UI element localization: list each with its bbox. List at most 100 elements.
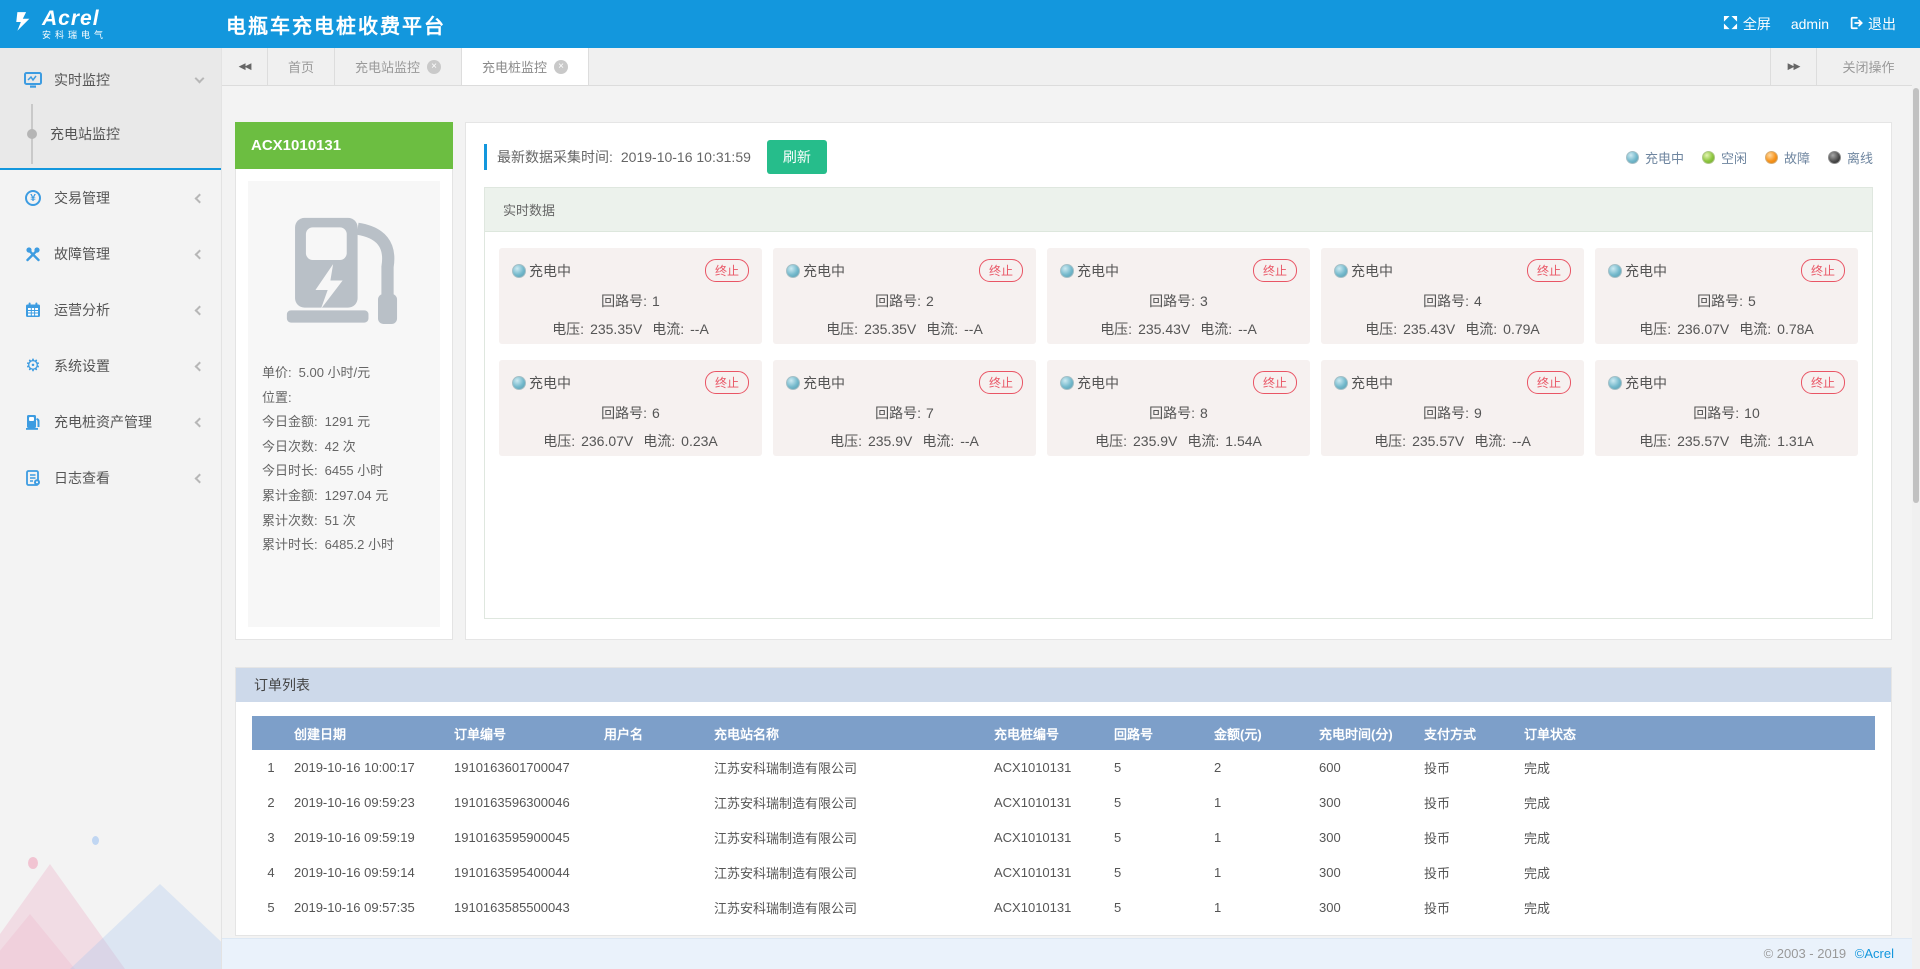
circuit-card: 充电中终止 回路号:9 电压:235.57V电流:--A bbox=[1321, 360, 1584, 456]
status-legend: 充电中 空闲 故障 离线 bbox=[1626, 148, 1873, 167]
sidebar: 实时监控 充电站监控 ¥ 交易管理 故障管理 运营分析 bbox=[0, 48, 222, 969]
acrel-logo-icon bbox=[14, 10, 36, 39]
sidebar-item-faults[interactable]: 故障管理 bbox=[0, 226, 221, 282]
content-area: ACX1010131 bbox=[222, 86, 1920, 938]
tab-pile-monitor[interactable]: 充电桩监控 × bbox=[462, 48, 589, 85]
station-stat: 累计时长:6485.2 小时 bbox=[262, 533, 426, 558]
legend-charging: 充电中 bbox=[1626, 148, 1684, 167]
gear-icon: ⚙ bbox=[24, 357, 42, 375]
circuit-card: 充电中终止 回路号:2 电压:235.35V电流:--A bbox=[773, 248, 1036, 344]
username[interactable]: admin bbox=[1791, 16, 1829, 32]
yuan-circle-icon: ¥ bbox=[24, 189, 42, 207]
chevron-left-icon bbox=[195, 417, 205, 427]
station-stat: 累计次数:51 次 bbox=[262, 509, 426, 534]
idle-status-icon bbox=[1702, 151, 1715, 164]
vertical-scrollbar[interactable] bbox=[1912, 48, 1920, 969]
station-stat: 今日次数:42 次 bbox=[262, 435, 426, 460]
sidebar-item-pile-assets[interactable]: 充电桩资产管理 bbox=[0, 394, 221, 450]
sidebar-item-realtime-monitor[interactable]: 实时监控 bbox=[0, 52, 221, 108]
table-row[interactable]: 52019-10-16 09:57:351910163585500043江苏安科… bbox=[252, 890, 1875, 925]
offline-status-icon bbox=[1828, 151, 1841, 164]
orders-title: 订单列表 bbox=[236, 668, 1891, 702]
orders-table: 创建日期 订单编号 用户名 充电站名称 充电桩编号 回路号 金额(元) 充电时间… bbox=[252, 716, 1875, 925]
charging-status-icon bbox=[1608, 264, 1622, 278]
circuit-card: 充电中终止 回路号:3 电压:235.43V电流:--A bbox=[1047, 248, 1310, 344]
chevron-left-icon bbox=[195, 361, 205, 371]
station-stat: 今日时长:6455 小时 bbox=[262, 459, 426, 484]
station-stat: 单价:5.00 小时/元 bbox=[262, 361, 426, 386]
chevron-down-icon bbox=[195, 73, 205, 83]
charging-status-icon bbox=[1334, 376, 1348, 390]
close-icon[interactable]: × bbox=[554, 60, 568, 74]
legend-fault: 故障 bbox=[1765, 148, 1810, 167]
legend-idle: 空闲 bbox=[1702, 148, 1747, 167]
logout-icon bbox=[1849, 16, 1863, 33]
refresh-button[interactable]: 刷新 bbox=[767, 140, 827, 174]
table-row[interactable]: 22019-10-16 09:59:231910163596300046江苏安科… bbox=[252, 785, 1875, 820]
station-card: ACX1010131 bbox=[235, 122, 453, 640]
tools-icon bbox=[24, 245, 42, 263]
table-row[interactable]: 32019-10-16 09:59:191910163595900045江苏安科… bbox=[252, 820, 1875, 855]
stop-button[interactable]: 终止 bbox=[1527, 371, 1571, 394]
charging-status-icon bbox=[786, 376, 800, 390]
calendar-icon bbox=[24, 301, 42, 319]
stop-button[interactable]: 终止 bbox=[979, 259, 1023, 282]
fullscreen-icon bbox=[1723, 15, 1738, 33]
monitor-icon bbox=[24, 71, 42, 89]
circuit-card: 充电中终止 回路号:8 电压:235.9V电流:1.54A bbox=[1047, 360, 1310, 456]
circuit-card: 充电中终止 回路号:5 电压:236.07V电流:0.78A bbox=[1595, 248, 1858, 344]
close-icon[interactable]: × bbox=[427, 60, 441, 74]
fullscreen-button[interactable]: 全屏 bbox=[1723, 14, 1771, 34]
charging-status-icon bbox=[1608, 376, 1622, 390]
charging-status-icon bbox=[512, 376, 526, 390]
stop-button[interactable]: 终止 bbox=[705, 371, 749, 394]
stop-button[interactable]: 终止 bbox=[979, 371, 1023, 394]
close-operations-button[interactable]: 关闭操作 bbox=[1816, 48, 1920, 85]
tabs-scroll-right-button[interactable]: ▶▶ bbox=[1770, 48, 1816, 85]
stop-button[interactable]: 终止 bbox=[705, 259, 749, 282]
tab-home[interactable]: 首页 bbox=[268, 48, 335, 85]
sidebar-group-realtime: 实时监控 充电站监控 bbox=[0, 48, 221, 170]
stop-button[interactable]: 终止 bbox=[1801, 259, 1845, 282]
charging-status-icon bbox=[512, 264, 526, 278]
stop-button[interactable]: 终止 bbox=[1253, 259, 1297, 282]
stop-button[interactable]: 终止 bbox=[1527, 259, 1571, 282]
sidebar-item-logs[interactable]: 日志查看 bbox=[0, 450, 221, 506]
sidebar-item-analytics[interactable]: 运营分析 bbox=[0, 282, 221, 338]
realtime-data-section: 实时数据 充电中终止 回路号:1 电压:235.35V电流:--A bbox=[484, 187, 1873, 619]
copyright-text: © 2003 - 2019 bbox=[1764, 946, 1847, 961]
charging-status-icon bbox=[1060, 264, 1074, 278]
table-header-row: 创建日期 订单编号 用户名 充电站名称 充电桩编号 回路号 金额(元) 充电时间… bbox=[252, 716, 1875, 750]
sidebar-item-station-monitor[interactable]: 充电站监控 bbox=[0, 108, 221, 160]
table-row[interactable]: 12019-10-16 10:00:171910163601700047江苏安科… bbox=[252, 750, 1875, 785]
logout-button[interactable]: 退出 bbox=[1849, 14, 1896, 34]
stop-button[interactable]: 终止 bbox=[1253, 371, 1297, 394]
sidebar-item-transactions[interactable]: ¥ 交易管理 bbox=[0, 170, 221, 226]
station-stat: 累计金额:1297.04 元 bbox=[262, 484, 426, 509]
charging-pile-illustration bbox=[262, 195, 426, 361]
realtime-panel: 最新数据采集时间: 2019-10-16 10:31:59 刷新 充电中 空闲 … bbox=[465, 122, 1892, 640]
circuit-card: 充电中终止 回路号:7 电压:235.9V电流:--A bbox=[773, 360, 1036, 456]
footer: © 2003 - 2019 ©Acrel bbox=[222, 938, 1920, 969]
circuit-card: 充电中终止 回路号:10 电压:235.57V电流:1.31A bbox=[1595, 360, 1858, 456]
charging-status-icon bbox=[786, 264, 800, 278]
tabs-scroll-left-button[interactable]: ◀◀ bbox=[222, 48, 268, 85]
fault-status-icon bbox=[1765, 151, 1778, 164]
stop-button[interactable]: 终止 bbox=[1801, 371, 1845, 394]
table-row[interactable]: 42019-10-16 09:59:141910163595400044江苏安科… bbox=[252, 855, 1875, 890]
scrollbar-thumb[interactable] bbox=[1913, 88, 1919, 503]
sidebar-item-settings[interactable]: ⚙ 系统设置 bbox=[0, 338, 221, 394]
collect-time-value: 2019-10-16 10:31:59 bbox=[621, 149, 751, 165]
submenu-dot-icon bbox=[27, 129, 37, 139]
tab-bar: ◀◀ 首页 充电站监控 × 充电桩监控 × ▶▶ 关闭操作 bbox=[222, 48, 1920, 86]
charging-status-icon bbox=[1334, 264, 1348, 278]
decorative-cityscape bbox=[0, 819, 221, 969]
realtime-data-title: 实时数据 bbox=[485, 188, 1872, 232]
footer-brand-link[interactable]: ©Acrel bbox=[1855, 946, 1894, 961]
collect-time-label: 最新数据采集时间: bbox=[497, 147, 613, 167]
top-header: Acrel 安科瑞电气 电瓶车充电桩收费平台 全屏 admin 退出 bbox=[0, 0, 1920, 48]
station-stat: 位置: bbox=[262, 386, 426, 411]
tab-station-monitor[interactable]: 充电站监控 × bbox=[335, 48, 462, 85]
logo-subtitle: 安科瑞电气 bbox=[42, 31, 107, 40]
chevron-left-icon bbox=[195, 193, 205, 203]
